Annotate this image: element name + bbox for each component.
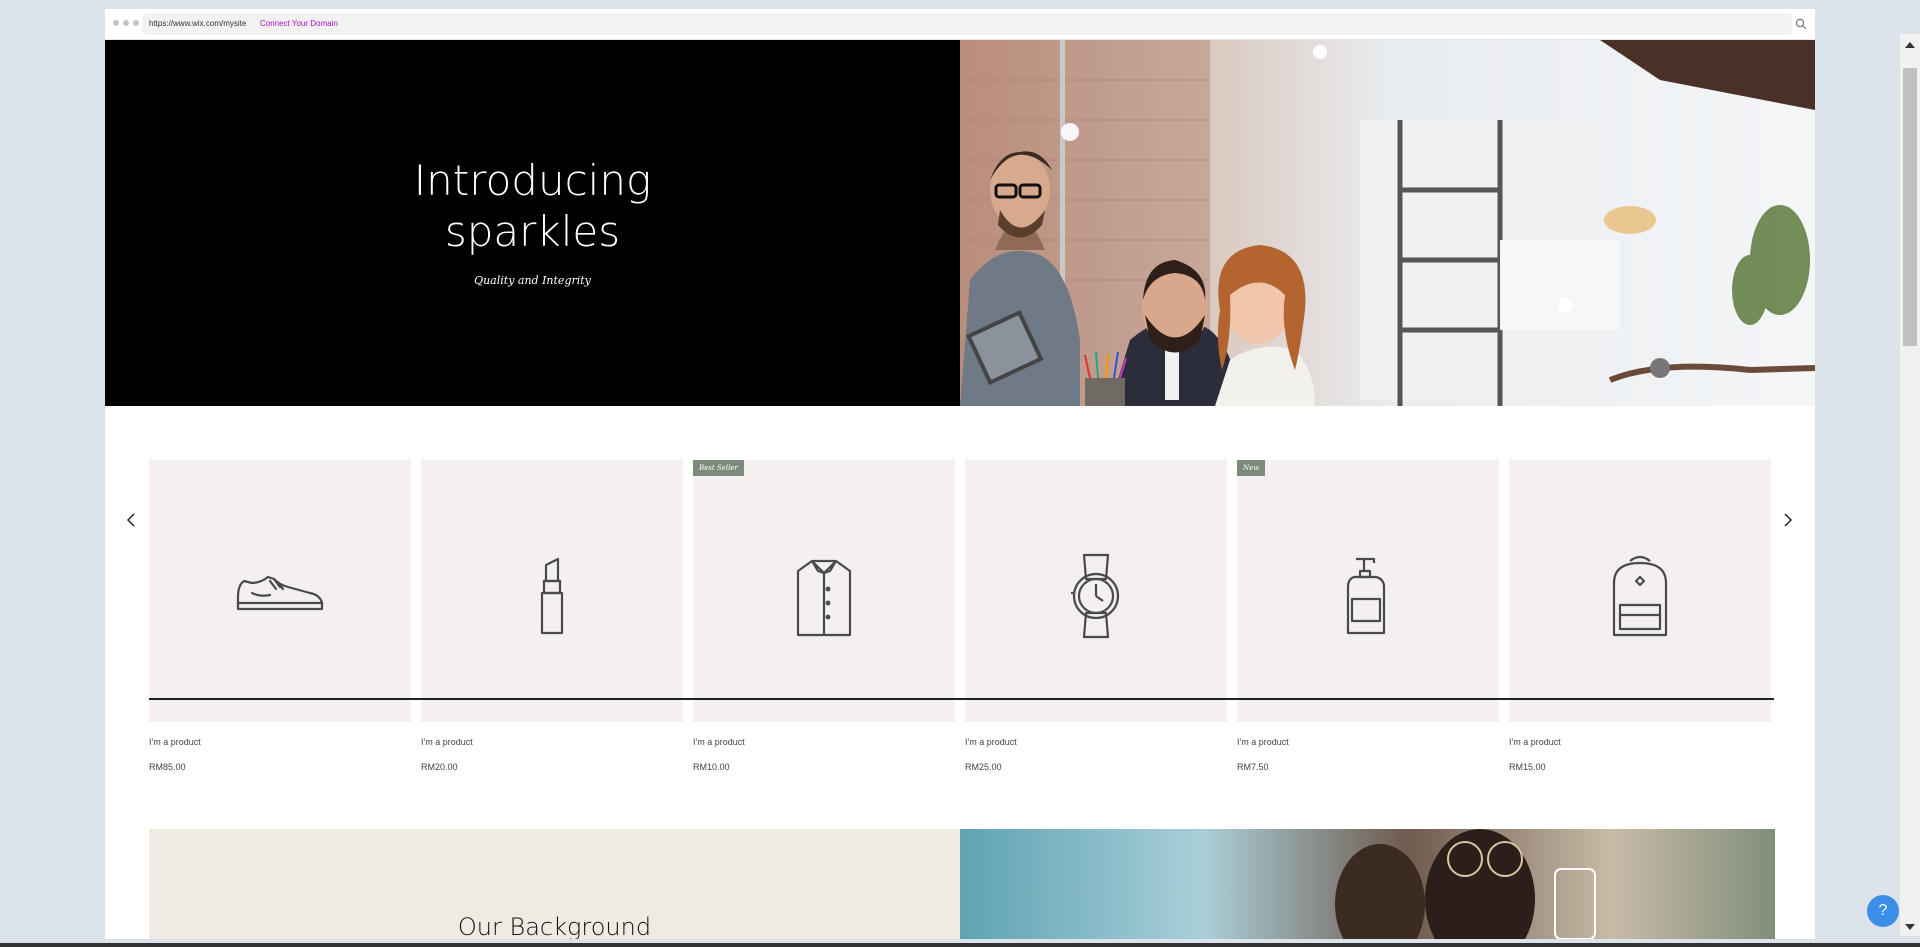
window-dot: [133, 20, 139, 26]
gallery-prev-arrow-icon[interactable]: [124, 508, 138, 532]
scroll-up-arrow-icon[interactable]: [1905, 42, 1915, 48]
browser-window: https://www.wix.com/mysite Connect Your …: [105, 9, 1815, 939]
product-card[interactable]: Best Seller I'm a product RM10.00: [693, 460, 955, 772]
product-price: RM15.00: [1509, 762, 1546, 772]
hero-subtitle: Quality and Integrity: [474, 274, 591, 287]
product-price: RM7.50: [1237, 762, 1269, 772]
window-dot: [123, 20, 129, 26]
product-ribbon: New: [1237, 460, 1266, 476]
product-image[interactable]: [421, 460, 683, 722]
background-title: Our Background: [457, 913, 652, 939]
connect-domain-link[interactable]: Connect Your Domain: [260, 19, 338, 28]
address-field[interactable]: https://www.wix.com/mysite Connect Your …: [142, 13, 1792, 35]
product-name[interactable]: I'm a product: [149, 737, 201, 747]
product-card[interactable]: I'm a product RM20.00: [421, 460, 683, 772]
url-text: https://www.wix.com/mysite: [149, 19, 247, 28]
product-price: RM20.00: [421, 762, 458, 772]
help-button[interactable]: ?: [1867, 895, 1899, 927]
product-name[interactable]: I'm a product: [693, 737, 745, 747]
url-bar: https://www.wix.com/mysite Connect Your …: [105, 9, 1815, 40]
shirt-icon: [796, 559, 852, 637]
backpack-icon: [1612, 555, 1668, 637]
product-image[interactable]: [149, 460, 411, 722]
gallery-next-arrow-icon[interactable]: [1781, 508, 1795, 532]
product-image[interactable]: [965, 460, 1227, 722]
product-card[interactable]: I'm a product RM15.00: [1509, 460, 1771, 772]
office-photo-illustration: [960, 40, 1815, 406]
background-text-panel: Our Background: [149, 829, 960, 939]
product-price: RM25.00: [965, 762, 1002, 772]
hero-title-line-1: Introducing: [413, 156, 652, 205]
hero-text-panel: Introducing sparkles Quality and Integri…: [105, 40, 960, 406]
page-scrollbar[interactable]: [1900, 34, 1920, 936]
background-photo-illustration: [960, 829, 1775, 939]
soap-bottle-icon: [1346, 557, 1386, 635]
scroll-down-arrow-icon[interactable]: [1905, 924, 1915, 930]
hero-title-line-2: sparkles: [444, 207, 621, 256]
product-image[interactable]: New: [1237, 460, 1499, 722]
gallery-divider: [149, 698, 1774, 700]
background-section: Our Background: [149, 829, 1775, 939]
window-dots: [113, 20, 139, 26]
product-card[interactable]: New I'm a product RM7.50: [1237, 460, 1499, 772]
product-gallery: I'm a product RM85.00 I'm a product RM20…: [105, 406, 1815, 826]
hero-title: Introducing sparkles: [105, 155, 960, 257]
product-image[interactable]: [1509, 460, 1771, 722]
lipstick-icon: [540, 557, 564, 635]
product-card[interactable]: I'm a product RM25.00: [965, 460, 1227, 772]
hero-section: Introducing sparkles Quality and Integri…: [105, 40, 1815, 406]
product-price: RM10.00: [693, 762, 730, 772]
product-name[interactable]: I'm a product: [421, 737, 473, 747]
hero-office-photo: [960, 40, 1815, 406]
background-photo: [960, 829, 1775, 939]
taskbar-strip: [0, 943, 1920, 947]
product-name[interactable]: I'm a product: [1509, 737, 1561, 747]
product-ribbon: Best Seller: [693, 460, 744, 476]
scroll-thumb[interactable]: [1903, 68, 1917, 346]
window-dot: [113, 20, 119, 26]
search-icon[interactable]: [1795, 18, 1807, 30]
product-name[interactable]: I'm a product: [1237, 737, 1289, 747]
product-price: RM85.00: [149, 762, 186, 772]
product-name[interactable]: I'm a product: [965, 737, 1017, 747]
product-image[interactable]: Best Seller: [693, 460, 955, 722]
watch-icon: [1071, 553, 1120, 639]
shoe-icon: [236, 575, 324, 611]
product-card[interactable]: I'm a product RM85.00: [149, 460, 411, 772]
